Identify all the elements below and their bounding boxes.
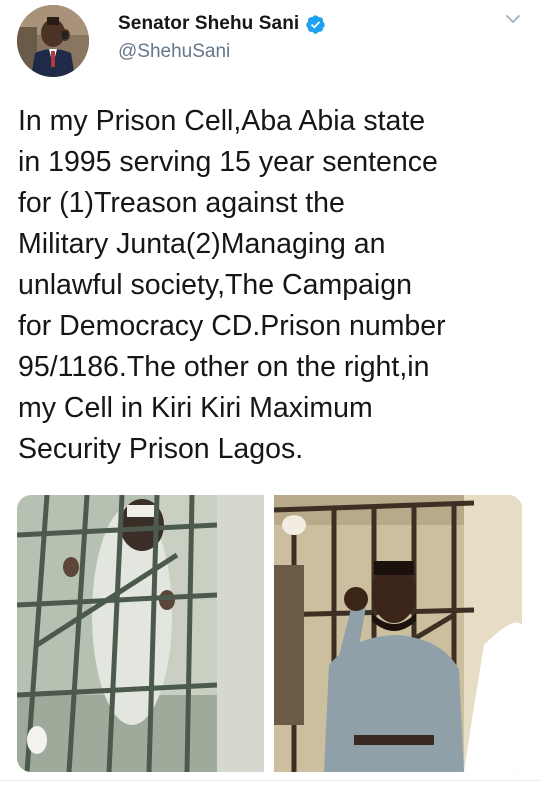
tweet-media (17, 495, 522, 772)
tweet-text-line: In my Prison Cell,Aba Abia state (18, 105, 426, 137)
media-photo-kirikiri-cell[interactable] (274, 495, 522, 772)
author-handle[interactable]: @ShehuSani (118, 41, 230, 63)
chevron-down-icon[interactable] (504, 10, 522, 28)
tweet-text-line: for Democracy CD.Prison number (18, 310, 446, 342)
author-avatar[interactable] (17, 5, 89, 77)
media-photo-prison-cell-aba[interactable] (17, 495, 264, 772)
tweet-text: In my Prison Cell,Aba Abia state in 1995… (18, 101, 523, 470)
tweet-text-line: in 1995 serving 15 year sentence (18, 146, 438, 178)
author-name[interactable]: Senator Shehu Sani (118, 13, 299, 35)
author-name-row[interactable]: Senator Shehu Sani (118, 11, 326, 37)
tweet-text-line: 95/1186.The other on the right,in (18, 351, 430, 383)
tweet-text-line: unlawful society,The Campaign (18, 269, 412, 301)
tweet-text-line: Security Prison Lagos. (18, 433, 304, 465)
tweet-card: Senator Shehu Sani @ShehuSani In my Pris… (0, 0, 540, 791)
tweet-text-line: my Cell in Kiri Kiri Maximum (18, 392, 373, 424)
tweet-text-line: for (1)Treason against the (18, 187, 345, 219)
tweet-text-line: Military Junta(2)Managing an (18, 228, 386, 260)
tweet-divider (0, 780, 540, 781)
verified-badge-icon (305, 14, 326, 35)
